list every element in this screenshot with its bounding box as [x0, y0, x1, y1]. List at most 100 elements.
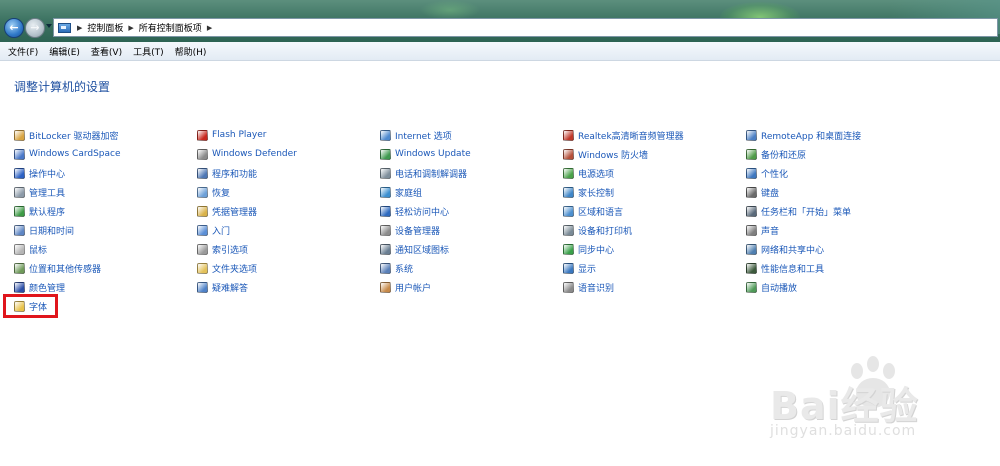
- control-panel-item[interactable]: 文件夹选项: [197, 261, 257, 275]
- highlight-box: [3, 294, 58, 318]
- control-panel-item[interactable]: 声音: [746, 223, 779, 237]
- control-panel-item[interactable]: 操作中心: [14, 166, 65, 180]
- control-panel-item[interactable]: Flash Player: [197, 128, 266, 142]
- control-panel-item[interactable]: 用户帐户: [380, 280, 431, 294]
- control-panel-item[interactable]: Windows Update: [380, 147, 471, 161]
- control-panel-item[interactable]: 日期和时间: [14, 223, 74, 237]
- realtek-audio-icon: [563, 129, 574, 141]
- control-panel-item[interactable]: 恢复: [197, 185, 230, 199]
- control-panel-item-label: 家长控制: [578, 188, 615, 199]
- control-panel-item[interactable]: 设备管理器: [380, 223, 440, 237]
- sync-center-icon: [563, 243, 574, 255]
- getting-started-icon: [197, 224, 208, 236]
- control-panel-item[interactable]: 同步中心: [563, 242, 614, 256]
- control-panel-item[interactable]: 家庭组: [380, 185, 422, 199]
- control-panel-item-label: 索引选项: [212, 245, 249, 256]
- control-panel-item[interactable]: Realtek高清晰音频管理器: [563, 128, 684, 142]
- control-panel-item[interactable]: 鼠标: [14, 242, 47, 256]
- performance-icon: [746, 262, 757, 274]
- control-panel-item[interactable]: 轻松访问中心: [380, 204, 449, 218]
- control-panel-item[interactable]: BitLocker 驱动器加密: [14, 128, 119, 142]
- control-panel-item-label: 管理工具: [29, 188, 66, 199]
- control-panel-item-label: 性能信息和工具: [761, 264, 825, 275]
- sound-icon: [746, 224, 757, 236]
- control-panel-item[interactable]: 系统: [380, 261, 413, 275]
- control-panel-item-label: Internet 选项: [395, 131, 452, 142]
- control-panel-item-label: 系统: [395, 264, 414, 275]
- user-accounts-icon: [380, 281, 391, 293]
- control-panel-item-label: 备份和还原: [761, 150, 807, 161]
- firewall-icon: [563, 148, 574, 160]
- admin-tools-icon: [14, 186, 25, 198]
- control-panel-item-label: 设备管理器: [395, 226, 441, 237]
- control-panel-item-label: 电话和调制解调器: [395, 169, 468, 180]
- control-panel-item[interactable]: Internet 选项: [380, 128, 452, 142]
- control-panel-item-label: 颜色管理: [29, 283, 66, 294]
- control-panel-item[interactable]: 设备和打印机: [563, 223, 632, 237]
- control-panel-item[interactable]: 家长控制: [563, 185, 614, 199]
- control-panel-item[interactable]: 区域和语言: [563, 204, 623, 218]
- system-icon: [380, 262, 391, 274]
- control-panel-item-label: Windows Defender: [212, 149, 297, 159]
- control-panel-item[interactable]: 通知区域图标: [380, 242, 449, 256]
- control-panel-item[interactable]: 索引选项: [197, 242, 248, 256]
- control-panel-item[interactable]: Windows 防火墙: [563, 147, 648, 161]
- speech-recognition-icon: [563, 281, 574, 293]
- internet-options-icon: [380, 129, 391, 141]
- flash-icon: [197, 129, 208, 141]
- mouse-icon: [14, 243, 25, 255]
- control-panel-item[interactable]: 网络和共享中心: [746, 242, 824, 256]
- phone-modem-icon: [380, 167, 391, 179]
- control-panel-item-label: 显示: [578, 264, 597, 275]
- control-panel-item[interactable]: 显示: [563, 261, 596, 275]
- control-panel-item[interactable]: 凭据管理器: [197, 204, 257, 218]
- region-language-icon: [563, 205, 574, 217]
- control-panel-item-label: 鼠标: [29, 245, 48, 256]
- devices-printers-icon: [563, 224, 574, 236]
- control-panel-item[interactable]: 默认程序: [14, 204, 65, 218]
- control-panel-item[interactable]: 语音识别: [563, 280, 614, 294]
- power-options-icon: [563, 167, 574, 179]
- control-panel-item-label: 区域和语言: [578, 207, 624, 218]
- control-panel-item[interactable]: Windows CardSpace: [14, 147, 121, 161]
- control-panel-item-label: Windows CardSpace: [29, 149, 121, 159]
- autoplay-icon: [746, 281, 757, 293]
- control-panel-item[interactable]: 位置和其他传感器: [14, 261, 101, 275]
- control-panel-item-label: 用户帐户: [395, 283, 432, 294]
- control-panel-item[interactable]: Windows Defender: [197, 147, 297, 161]
- control-panel-item-label: 声音: [761, 226, 780, 237]
- control-panel-item[interactable]: 管理工具: [14, 185, 65, 199]
- control-panel-item-label: 同步中心: [578, 245, 615, 256]
- notification-icon: [380, 243, 391, 255]
- control-panel-item[interactable]: 个性化: [746, 166, 788, 180]
- control-panel-item-label: 任务栏和「开始」菜单: [761, 207, 852, 218]
- control-panel-item[interactable]: 电源选项: [563, 166, 614, 180]
- control-panel-item[interactable]: 自动播放: [746, 280, 797, 294]
- sensor-icon: [14, 262, 25, 274]
- taskbar-icon: [746, 205, 757, 217]
- control-panel-item[interactable]: RemoteApp 和桌面连接: [746, 128, 861, 142]
- watermark-brand: Bai经验: [770, 384, 919, 428]
- watermark-url: jingyan.baidu.com: [770, 423, 917, 439]
- control-panel-item[interactable]: 性能信息和工具: [746, 261, 824, 275]
- credential-icon: [197, 205, 208, 217]
- windows-update-icon: [380, 148, 391, 160]
- control-panel-item[interactable]: 疑难解答: [197, 280, 248, 294]
- control-panel-item[interactable]: 程序和功能: [197, 166, 257, 180]
- defender-icon: [197, 148, 208, 160]
- parental-controls-icon: [563, 186, 574, 198]
- control-panel-item[interactable]: 备份和还原: [746, 147, 806, 161]
- control-panel-item[interactable]: 任务栏和「开始」菜单: [746, 204, 851, 218]
- control-panel-item[interactable]: 入门: [197, 223, 230, 237]
- control-panel-item-label: 网络和共享中心: [761, 245, 825, 256]
- display-icon: [563, 262, 574, 274]
- control-panel-item[interactable]: 颜色管理: [14, 280, 65, 294]
- personalization-icon: [746, 167, 757, 179]
- control-panel-item-label: 恢复: [212, 188, 231, 199]
- backup-restore-icon: [746, 148, 757, 160]
- control-panel-item[interactable]: 电话和调制解调器: [380, 166, 467, 180]
- folder-options-icon: [197, 262, 208, 274]
- control-panel-item[interactable]: 键盘: [746, 185, 779, 199]
- control-panel-item-label: RemoteApp 和桌面连接: [761, 131, 862, 142]
- control-panel-item-label: 个性化: [761, 169, 789, 180]
